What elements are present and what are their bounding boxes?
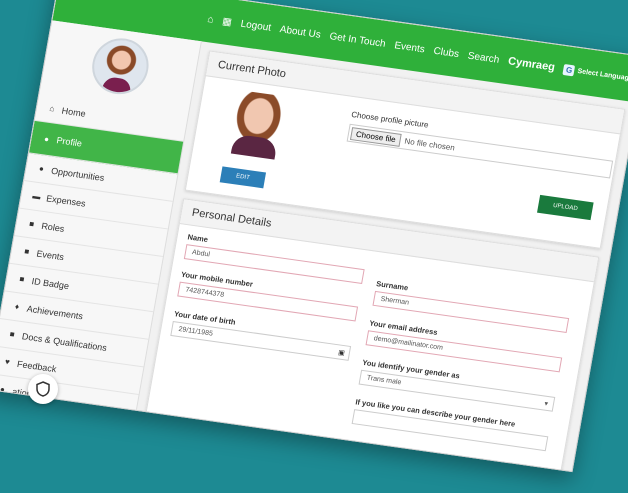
nav-clubs[interactable]: Clubs: [433, 45, 460, 59]
calendar-icon[interactable]: ▣: [338, 348, 346, 357]
gender-value: Trans male: [366, 374, 402, 387]
chevron-down-icon: ▾: [543, 400, 549, 408]
home-icon[interactable]: ⌂: [207, 14, 215, 26]
file-input[interactable]: Choose file No file chosen: [346, 123, 614, 179]
calendar-icon: ■: [23, 246, 31, 257]
money-icon: ▬: [31, 191, 42, 202]
dob-value: 29/11/1985: [177, 325, 214, 338]
sidebar-item-label: Feedback: [16, 358, 58, 374]
choose-file-button[interactable]: Choose file: [350, 126, 402, 147]
user-icon: ●: [43, 133, 50, 144]
profile-photo: [218, 88, 296, 161]
home-icon: ⌂: [48, 103, 56, 114]
nav-about-us[interactable]: About Us: [279, 24, 322, 41]
translate-icon: G: [562, 63, 576, 76]
briefcase-icon: ■: [28, 219, 35, 229]
sidebar-item-label: Profile: [55, 135, 83, 149]
sidebar-item-label: Expenses: [45, 192, 87, 209]
shield-icon[interactable]: [28, 374, 58, 404]
upload-button[interactable]: UPLOAD: [537, 194, 594, 221]
globe-icon: ●: [38, 163, 45, 174]
sidebar-item-label: Opportunities: [50, 165, 106, 183]
sidebar-item-label: Achievements: [26, 303, 84, 321]
sidebar-item-label: Roles: [40, 220, 66, 234]
app-screen: ⌂ ▦ Logout About Us Get In Touch Events …: [0, 0, 628, 473]
sidebar-item-label: Docs & Qualifications: [21, 330, 108, 353]
nav-search[interactable]: Search: [467, 50, 500, 65]
edit-button[interactable]: EDIT: [219, 166, 267, 189]
nav-logout[interactable]: Logout: [240, 18, 272, 33]
nav-cymraeg[interactable]: Cymraeg: [507, 55, 556, 73]
trophy-icon: ♦: [14, 301, 20, 312]
sidebar-item-label: Events: [35, 247, 65, 262]
document-icon: ■: [9, 329, 16, 340]
sidebar-item-label: ID Badge: [30, 275, 70, 291]
select-language-label: Select Language: [576, 67, 628, 83]
nav-get-in-touch[interactable]: Get In Touch: [329, 31, 387, 50]
dob-field[interactable]: 29/11/1985 ▣: [170, 321, 352, 361]
nav-events[interactable]: Events: [394, 40, 426, 55]
notification-icon: ●: [0, 384, 6, 395]
main-content: Current Photo EDIT Choose profile pictur…: [136, 41, 628, 473]
surname-label: Surname: [375, 279, 409, 293]
dashboard-icon[interactable]: ▦: [221, 16, 232, 28]
id-badge-icon: ■: [18, 274, 26, 284]
select-language-button[interactable]: G Select Language: [562, 63, 628, 85]
sidebar-item-label: Home: [61, 105, 87, 119]
personal-details-panel: Personal Details Name Abdul Surname Sher…: [141, 198, 600, 473]
file-status: No file chosen: [403, 136, 456, 153]
heart-icon: ♥: [4, 357, 11, 367]
name-label: Name: [186, 232, 209, 245]
avatar: [87, 34, 153, 98]
